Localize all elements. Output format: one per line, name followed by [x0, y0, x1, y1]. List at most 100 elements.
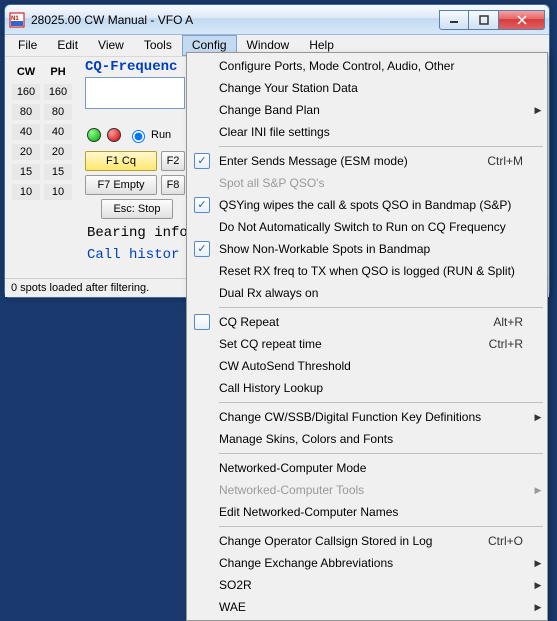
cq-area: CQ-Frequenc — [85, 59, 185, 109]
menu-item-label: Reset RX freq to TX when QSO is logged (… — [215, 264, 531, 278]
call-history-info: Call histor — [87, 247, 179, 263]
run-radio-label: Run — [151, 129, 171, 141]
config-menu-item[interactable]: CW AutoSend Threshold — [189, 355, 545, 377]
config-menu-item[interactable]: Networked-Computer Mode — [189, 457, 545, 479]
band-cell[interactable]: 10 — [43, 183, 73, 201]
config-menu-item[interactable]: Dual Rx always on — [189, 282, 545, 304]
minimize-button[interactable] — [439, 10, 469, 30]
status-dot-red-icon — [107, 128, 121, 142]
app-icon: N1 — [9, 12, 25, 28]
menu-item-accelerator: Ctrl+M — [487, 154, 531, 168]
config-menu-item[interactable]: Edit Networked-Computer Names — [189, 501, 545, 523]
config-menu-item: Spot all S&P QSO's — [189, 172, 545, 194]
menu-item-label: Configure Ports, Mode Control, Audio, Ot… — [215, 59, 531, 73]
menu-item-label: Networked-Computer Tools — [215, 483, 531, 497]
checkbox-icon — [194, 314, 210, 330]
band-cell[interactable]: 15 — [11, 163, 41, 181]
menu-file[interactable]: File — [8, 35, 47, 56]
window-buttons — [439, 10, 545, 30]
band-cell[interactable]: 80 — [43, 103, 73, 121]
run-radio-input[interactable] — [132, 130, 145, 143]
band-cell[interactable]: 20 — [11, 143, 41, 161]
checkbox-icon: ✓ — [194, 197, 210, 213]
menu-item-accelerator: Ctrl+O — [488, 534, 531, 548]
maximize-button[interactable] — [469, 10, 499, 30]
submenu-arrow-icon: ▶ — [531, 602, 545, 613]
band-header-cw: CW — [11, 63, 41, 81]
menu-item-label: Edit Networked-Computer Names — [215, 505, 531, 519]
menu-item-label: CW AutoSend Threshold — [215, 359, 531, 373]
config-menu-item[interactable]: Reset RX freq to TX when QSO is logged (… — [189, 260, 545, 282]
menu-separator — [219, 526, 543, 527]
config-menu-item[interactable]: Change Your Station Data — [189, 77, 545, 99]
menu-separator — [219, 453, 543, 454]
f1-button[interactable]: F1 Cq — [85, 151, 157, 171]
submenu-arrow-icon: ▶ — [531, 412, 545, 423]
menu-separator — [219, 402, 543, 403]
menu-item-label: Clear INI file settings — [215, 125, 531, 139]
band-cell[interactable]: 20 — [43, 143, 73, 161]
callsign-input[interactable] — [85, 77, 185, 109]
config-menu-item[interactable]: Clear INI file settings — [189, 121, 545, 143]
band-cell[interactable]: 10 — [11, 183, 41, 201]
menu-item-label: Change Your Station Data — [215, 81, 531, 95]
config-dropdown: Configure Ports, Mode Control, Audio, Ot… — [186, 52, 548, 621]
menu-item-label: Show Non-Workable Spots in Bandmap — [215, 242, 531, 256]
menu-item-label: CQ Repeat — [215, 315, 493, 329]
submenu-arrow-icon: ▶ — [531, 485, 545, 496]
config-menu-item[interactable]: ✓ Show Non-Workable Spots in Bandmap — [189, 238, 545, 260]
cq-frequency-label: CQ-Frequenc — [85, 59, 185, 75]
config-menu-item[interactable]: Manage Skins, Colors and Fonts — [189, 428, 545, 450]
band-cell[interactable]: 15 — [43, 163, 73, 181]
config-menu-item[interactable]: ✓ QSYing wipes the call & spots QSO in Ba… — [189, 194, 545, 216]
menu-view[interactable]: View — [88, 35, 134, 56]
run-radio[interactable]: Run — [127, 127, 171, 143]
config-menu-item[interactable]: Change Exchange Abbreviations▶ — [189, 552, 545, 574]
menu-item-label: Spot all S&P QSO's — [215, 176, 531, 190]
menu-separator — [219, 146, 543, 147]
config-menu-item[interactable]: WAE▶ — [189, 596, 545, 618]
config-menu-item[interactable]: Change Band Plan▶ — [189, 99, 545, 121]
submenu-arrow-icon: ▶ — [531, 105, 545, 116]
band-cell[interactable]: 40 — [11, 123, 41, 141]
checkbox-icon: ✓ — [194, 241, 210, 257]
band-cell[interactable]: 40 — [43, 123, 73, 141]
band-table: CWPH 160160 8080 4040 2020 1515 1010 — [9, 61, 75, 203]
esc-button[interactable]: Esc: Stop — [101, 199, 173, 219]
config-menu-item[interactable]: CQ RepeatAlt+R — [189, 311, 545, 333]
config-menu-item[interactable]: Change Operator Callsign Stored in LogCt… — [189, 530, 545, 552]
config-menu-item: Networked-Computer Tools▶ — [189, 479, 545, 501]
menu-item-accelerator: Alt+R — [493, 315, 531, 329]
menu-item-label: SO2R — [215, 578, 531, 592]
menu-item-label: Do Not Automatically Switch to Run on CQ… — [215, 220, 531, 234]
menu-item-label: Call History Lookup — [215, 381, 531, 395]
f8-button[interactable]: F8 — [161, 175, 185, 195]
menu-item-label: WAE — [215, 600, 531, 614]
menu-item-accelerator: Ctrl+R — [489, 337, 531, 351]
menu-separator — [219, 307, 543, 308]
menu-edit[interactable]: Edit — [47, 35, 88, 56]
menu-item-label: QSYing wipes the call & spots QSO in Ban… — [215, 198, 531, 212]
f2-button[interactable]: F2 — [161, 151, 185, 171]
status-dot-green-icon — [87, 128, 101, 142]
menu-tools[interactable]: Tools — [134, 35, 182, 56]
band-cell[interactable]: 160 — [43, 83, 73, 101]
band-header-ph: PH — [43, 63, 73, 81]
band-cell[interactable]: 80 — [11, 103, 41, 121]
f7-button[interactable]: F7 Empty — [85, 175, 157, 195]
config-menu-item[interactable]: Call History Lookup — [189, 377, 545, 399]
titlebar[interactable]: N1 28025.00 CW Manual - VFO A — [5, 5, 549, 35]
band-cell[interactable]: 160 — [11, 83, 41, 101]
config-menu-item[interactable]: Set CQ repeat timeCtrl+R — [189, 333, 545, 355]
config-menu-item[interactable]: Do Not Automatically Switch to Run on CQ… — [189, 216, 545, 238]
menu-item-label: Networked-Computer Mode — [215, 461, 531, 475]
close-button[interactable] — [499, 10, 545, 30]
bearing-info: Bearing info — [87, 225, 188, 241]
config-menu-item[interactable]: SO2R▶ — [189, 574, 545, 596]
config-menu-item[interactable]: Change CW/SSB/Digital Function Key Defin… — [189, 406, 545, 428]
config-menu-item[interactable]: Configure Ports, Mode Control, Audio, Ot… — [189, 55, 545, 77]
checkbox-icon: ✓ — [194, 153, 210, 169]
menu-item-label: Set CQ repeat time — [215, 337, 489, 351]
status-dots: Run — [87, 127, 171, 143]
config-menu-item[interactable]: ✓Enter Sends Message (ESM mode)Ctrl+M — [189, 150, 545, 172]
